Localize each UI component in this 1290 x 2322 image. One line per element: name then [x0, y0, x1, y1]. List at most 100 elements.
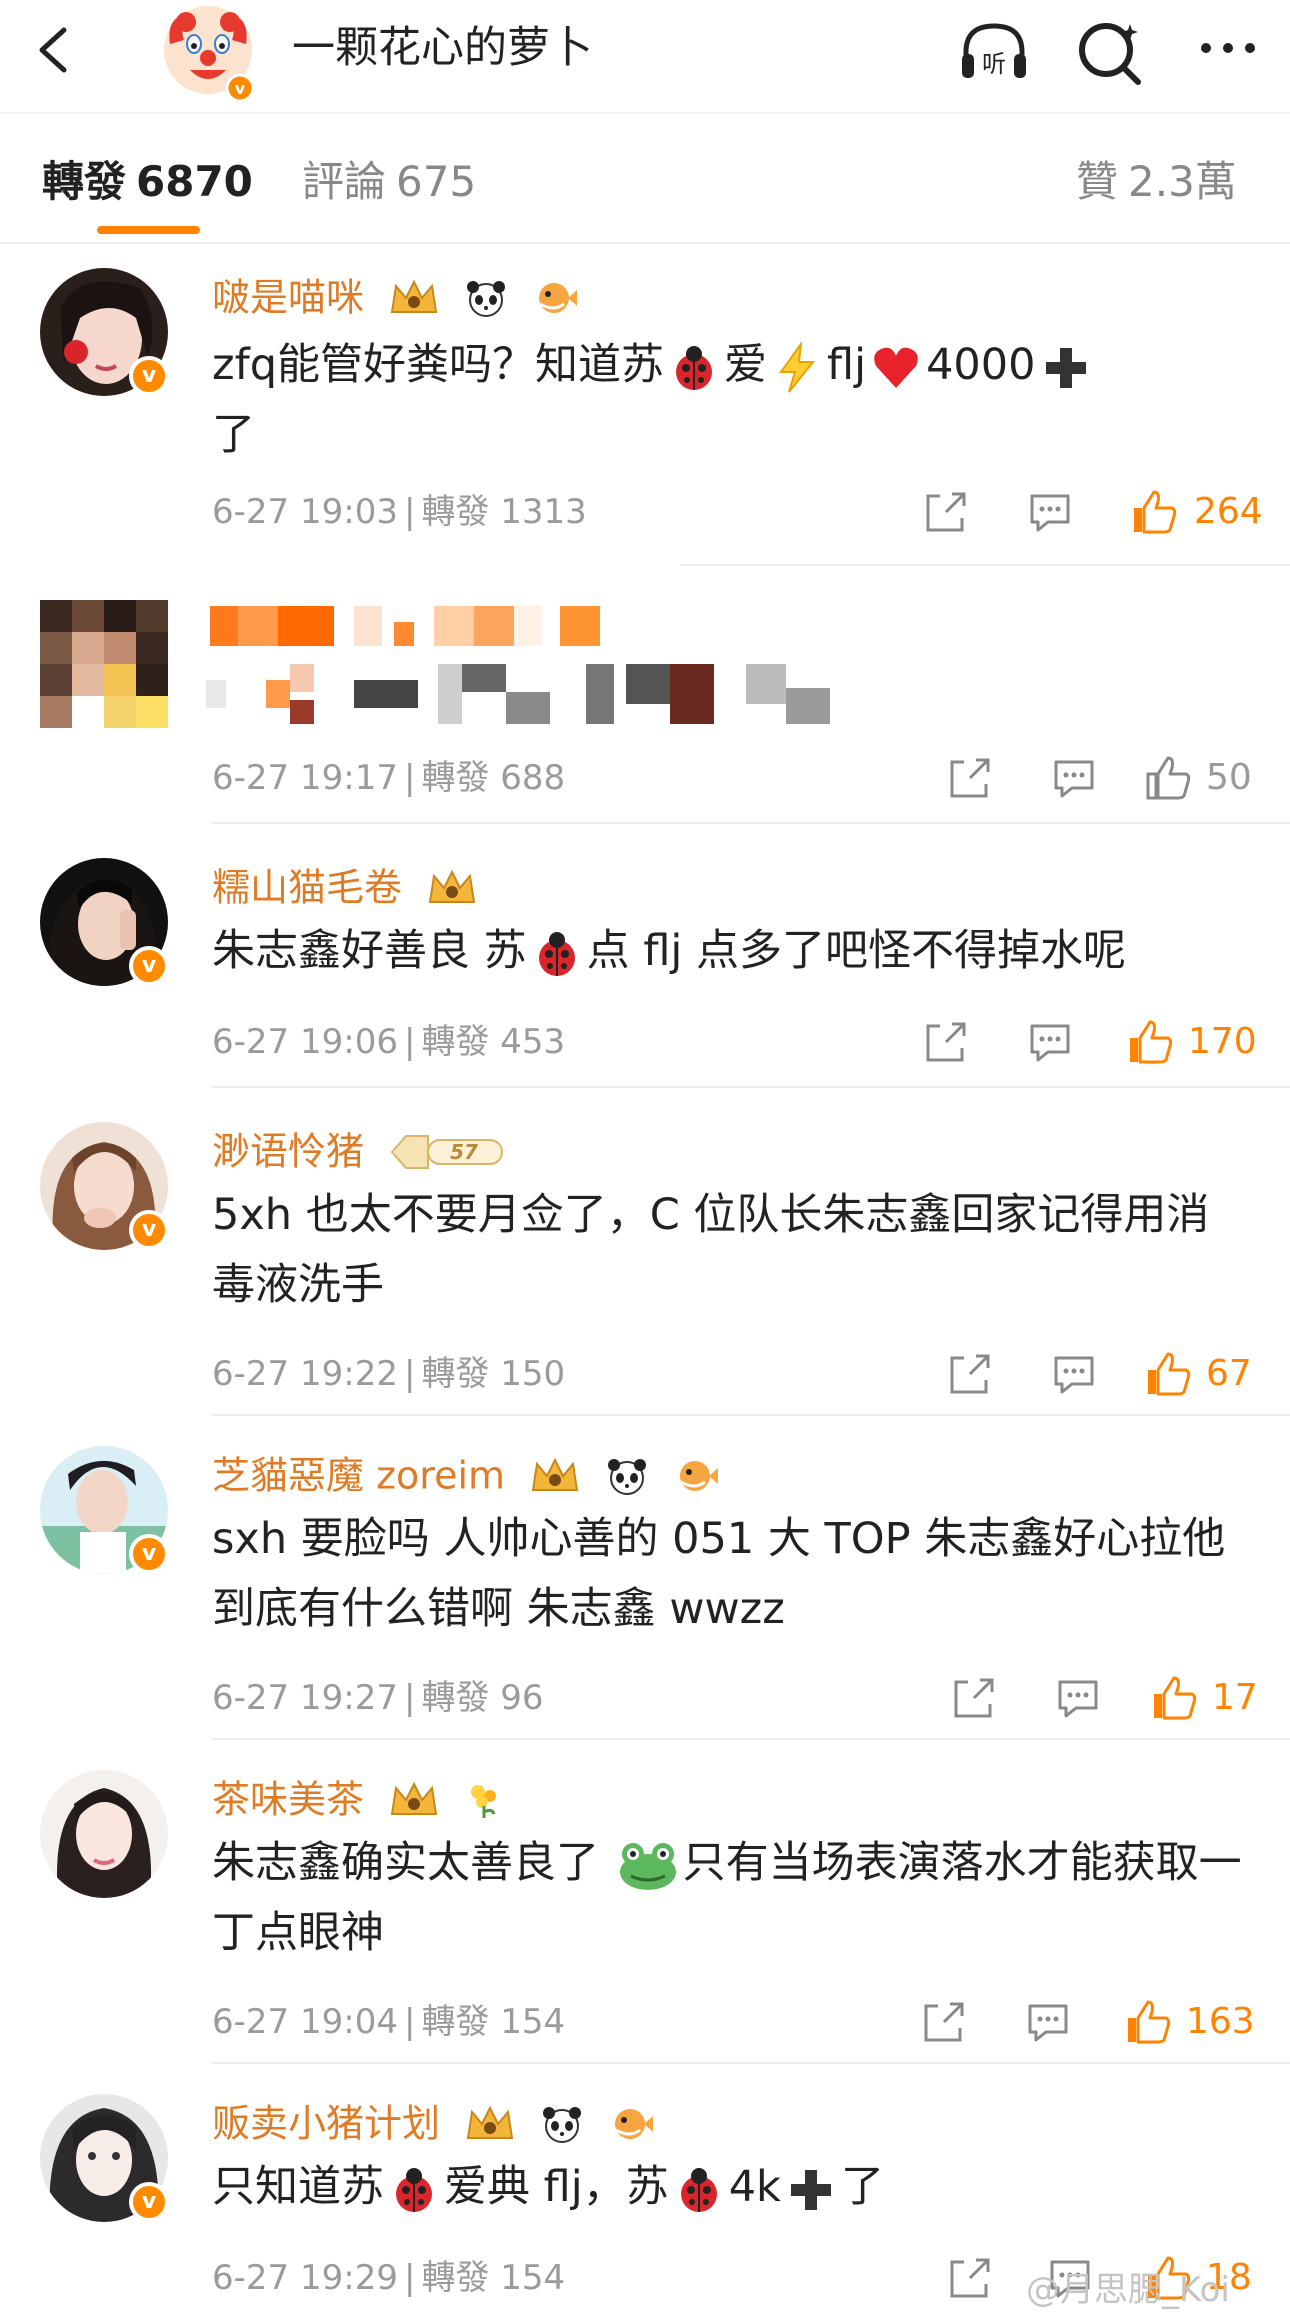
active-tab-indicator: [97, 226, 200, 234]
comment-meta: 6-27 19:03 | 轉發 1313: [212, 492, 587, 532]
comment-icon[interactable]: [1024, 1998, 1072, 2046]
comment-text: zfq能管好粪吗？知道苏 爱 flj 4000 了: [212, 330, 1252, 470]
comment-meta: 6-27 19:04 | 轉發 154: [212, 2002, 566, 2042]
repost-count: 96: [500, 1678, 544, 1718]
comment-text-part: 点 flj 点多了吧怪不得掉水呢: [586, 926, 1127, 976]
level-badge-icon: 57: [390, 1134, 504, 1169]
username[interactable]: 糯山猫毛卷: [212, 860, 478, 913]
repost-count: 688: [500, 758, 566, 798]
divider: [212, 1086, 1290, 1088]
repost-icon[interactable]: [946, 1350, 994, 1398]
flower-icon: [471, 1784, 497, 1818]
more-icon[interactable]: [1190, 14, 1266, 90]
verified-badge-icon: v: [129, 946, 169, 986]
comment-text-part: 4k: [728, 2162, 781, 2212]
divider: [212, 1414, 1290, 1416]
tab-reposts-label: 轉發: [42, 157, 127, 206]
username[interactable]: 渺语怜猪 57: [212, 1124, 508, 1177]
comment-icon[interactable]: [1026, 488, 1074, 536]
repost-label: 轉發: [421, 2002, 490, 2042]
comment-icon[interactable]: [1050, 1350, 1098, 1398]
panda-icon: [543, 2106, 582, 2143]
repost-icon[interactable]: [920, 1998, 968, 2046]
repost-label: 轉發: [421, 1354, 490, 1394]
repost-label: 轉發: [421, 758, 490, 798]
like-icon[interactable]: [1126, 1018, 1174, 1066]
timestamp: 6-27 19:17: [212, 758, 398, 798]
like-count: 50: [1206, 757, 1252, 798]
like-count: 163: [1186, 2001, 1255, 2042]
repost-label: 轉發: [421, 2258, 490, 2298]
lightning-emoji-icon: [779, 341, 816, 393]
repost-label: 轉發: [421, 492, 490, 532]
comment-text-part: 4000: [926, 340, 1036, 390]
like-icon[interactable]: [1150, 1674, 1198, 1722]
username[interactable]: 茶味美茶: [212, 1772, 504, 1825]
verified-badge-icon: v: [129, 1210, 169, 1250]
repost-icon[interactable]: [946, 2254, 994, 2302]
username-text: 芝貓惡魔 zoreim: [212, 1453, 506, 1498]
tab-likes-count: 2.3萬: [1128, 157, 1237, 206]
crown-badge-icon: [428, 869, 476, 903]
top-bar: v 一颗花心的萝卜 听: [0, 0, 1290, 112]
tab-reposts[interactable]: 轉發 6870: [42, 154, 253, 210]
divider: [680, 564, 1290, 566]
pufferfish-icon: [539, 282, 578, 313]
comment-icon[interactable]: [1050, 754, 1098, 802]
heart-emoji-icon: [874, 347, 918, 388]
pufferfish-icon: [680, 1460, 719, 1491]
comment-text-part: 爱: [724, 340, 768, 390]
ladybug-emoji-icon: [680, 2167, 717, 2212]
crown-badge-icon: [531, 1457, 579, 1491]
timestamp: 6-27 19:03: [212, 492, 398, 532]
repost-icon[interactable]: [946, 754, 994, 802]
tab-likes-label: 贊: [1076, 157, 1119, 206]
author-avatar[interactable]: v: [156, 0, 260, 104]
username[interactable]: 贩卖小猪计划: [212, 2096, 654, 2149]
comment-icon[interactable]: [1054, 1674, 1102, 1722]
comment-text-part: 爱典 flj，苏: [444, 2162, 669, 2212]
comment-text-part: 了: [212, 410, 255, 460]
tab-reposts-count: 6870: [136, 157, 253, 206]
verified-badge-icon: v: [129, 1534, 169, 1574]
like-icon[interactable]: [1130, 488, 1178, 536]
avatar[interactable]: [40, 1770, 168, 1898]
comment-meta: 6-27 19:29 | 轉發 154: [212, 2258, 566, 2298]
like-icon[interactable]: [1144, 1350, 1192, 1398]
repost-icon[interactable]: [922, 1018, 970, 1066]
back-arrow-icon[interactable]: [26, 20, 86, 80]
search-icon[interactable]: [1072, 14, 1148, 90]
like-count: 264: [1194, 491, 1263, 532]
crown-badge-icon: [466, 2105, 514, 2139]
repost-label: 轉發: [421, 1022, 490, 1062]
comment-text-part: flj: [827, 340, 867, 390]
like-count: 67: [1206, 1353, 1252, 1394]
repost-count: 150: [500, 1354, 566, 1394]
verified-badge-icon: v: [129, 2182, 169, 2222]
repost-icon[interactable]: [922, 488, 970, 536]
tab-likes[interactable]: 贊 2.3萬: [1076, 154, 1237, 210]
comment-icon[interactable]: [1026, 1018, 1074, 1066]
like-count: 17: [1212, 1677, 1258, 1718]
tab-comments[interactable]: 評論 675: [302, 154, 476, 210]
divider: [212, 2062, 1290, 2064]
like-count: 170: [1188, 1021, 1257, 1062]
frog-emoji-icon: [619, 1842, 676, 1890]
repost-icon[interactable]: [950, 1674, 998, 1722]
username[interactable]: 芝貓惡魔 zoreim: [212, 1448, 719, 1501]
comment-text-part: 朱志鑫好善良 苏: [212, 926, 527, 976]
like-icon[interactable]: [1144, 754, 1192, 802]
like-icon[interactable]: [1124, 1998, 1172, 2046]
comment-meta: 6-27 19:06 | 轉發 453: [212, 1022, 566, 1062]
comment-text: 只知道苏 爱典 flj，苏 4k 了: [212, 2152, 1252, 2222]
username[interactable]: 啵是喵咪: [212, 270, 578, 323]
username-text: 渺语怜猪: [212, 1129, 365, 1174]
timestamp: 6-27 19:22: [212, 1354, 398, 1394]
pixelated-comment-text: [206, 664, 866, 724]
comment-meta: 6-27 19:17 | 轉發 688: [212, 758, 566, 798]
watermark: @月思腮_Koi: [1026, 2270, 1230, 2310]
username-text: 啵是喵咪: [212, 275, 365, 320]
username-text: 糯山猫毛卷: [212, 865, 403, 910]
listen-headphones-icon[interactable]: 听: [956, 14, 1032, 90]
avatar[interactable]: [40, 600, 168, 728]
